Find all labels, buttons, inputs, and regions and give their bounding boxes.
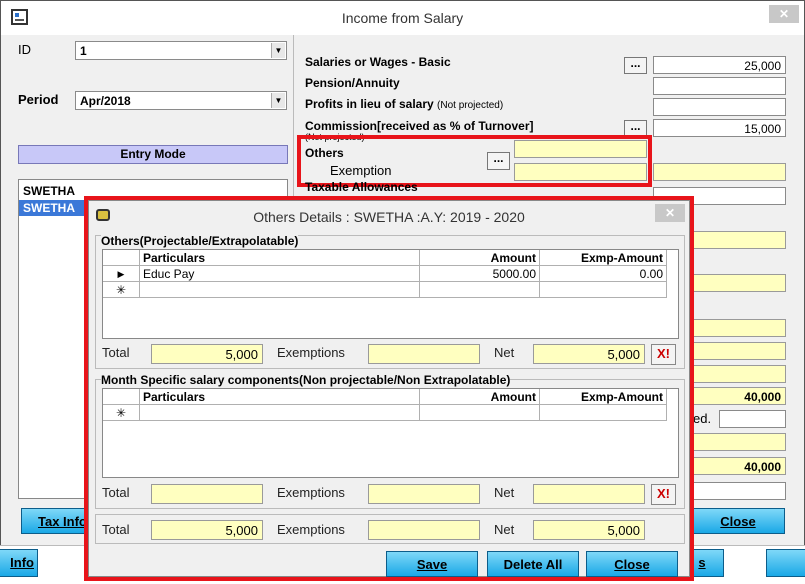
period-select[interactable]: Apr/2018 ▼ [75, 91, 287, 110]
s1-exemptions-value[interactable] [368, 344, 480, 364]
profits-label: Profits in lieu of salary (Not projected… [305, 97, 503, 111]
salaries-more-button[interactable]: ... [624, 57, 647, 74]
col-exmp-amount: Exmp-Amount [540, 250, 667, 266]
right-field-f[interactable] [691, 365, 786, 383]
list-item-selected[interactable]: SWETHA [19, 200, 85, 216]
tax-info-label: Tax Info [38, 514, 87, 529]
cell-particulars[interactable]: Educ Pay [140, 266, 420, 282]
grand-exemptions-value[interactable] [368, 520, 480, 540]
section1-title: Others(Projectable/Extrapolatable) [101, 234, 299, 248]
id-select[interactable]: 1 ▼ [75, 41, 287, 60]
dialog-close-button[interactable]: ✕ [655, 204, 685, 222]
info-button[interactable]: Info [0, 549, 38, 577]
main-close-label: Close [720, 514, 756, 529]
s2-net-value[interactable] [533, 484, 645, 504]
partial-button-label: s [698, 555, 706, 570]
delete-all-button[interactable]: Delete All [487, 551, 579, 577]
save-label: Save [416, 557, 448, 572]
s1-total-value[interactable]: 5,000 [151, 344, 263, 364]
commission-value[interactable]: 15,000 [653, 119, 786, 137]
section2-title: Month Specific salary components(Non pro… [101, 373, 511, 387]
window-close-button[interactable]: ✕ [769, 5, 799, 23]
s2-clear-button[interactable]: X! [651, 484, 676, 505]
s2-total-value[interactable] [151, 484, 263, 504]
new-row-amount[interactable] [420, 282, 540, 298]
row-header-cell [103, 250, 140, 266]
s2-exemptions-label: Exemptions [277, 485, 345, 500]
right-total-2[interactable]: 40,000 [691, 457, 786, 475]
col-amount: Amount [420, 389, 540, 405]
chevron-down-icon[interactable]: ▼ [271, 43, 285, 58]
profits-note: (Not projected) [437, 100, 504, 111]
right-field-h[interactable] [691, 433, 786, 451]
profits-label-text: Profits in lieu of salary [305, 97, 434, 111]
s1-net-value[interactable]: 5,000 [533, 344, 645, 364]
s1-net-label: Net [494, 345, 515, 360]
dialog-titlebar: Others Details : SWETHA :A.Y: 2019 - 202… [89, 201, 689, 231]
right-field-d[interactable] [691, 319, 786, 337]
new-row-particulars[interactable] [140, 282, 420, 298]
main-close-button[interactable]: Close [691, 508, 785, 534]
grand-net-label: Net [494, 522, 515, 537]
right-field-g[interactable] [719, 410, 786, 428]
s2-exemptions-value[interactable] [368, 484, 480, 504]
right-partial-label: ed. [693, 411, 712, 426]
grand-net-value[interactable]: 5,000 [533, 520, 645, 540]
delete-all-label: Delete All [503, 557, 563, 572]
new-row-particulars[interactable] [140, 405, 420, 421]
right-field-a[interactable] [653, 163, 786, 181]
dialog-close-btn[interactable]: Close [586, 551, 678, 577]
entry-mode-bar: Entry Mode [18, 145, 288, 164]
grid1[interactable]: Particulars Amount Exmp-Amount ▶ Educ Pa… [102, 249, 679, 339]
taxable-allowances-label: Taxable Allowances [305, 180, 418, 194]
period-label: Period [18, 92, 59, 107]
s1-total-label: Total [102, 345, 130, 360]
commission-label: Commission[received as % of Turnover] [305, 119, 534, 133]
grand-total-label: Total [102, 522, 130, 537]
new-row-icon: ✳ [103, 282, 140, 298]
col-exmp-amount: Exmp-Amount [540, 389, 667, 405]
dialog-close-label: Close [614, 557, 650, 572]
s1-clear-button[interactable]: X! [651, 344, 676, 365]
row-pointer-icon: ▶ [103, 266, 140, 282]
id-value: 1 [80, 44, 87, 58]
save-button[interactable]: Save [386, 551, 478, 577]
col-particulars: Particulars [140, 250, 420, 266]
salaries-label: Salaries or Wages - Basic [305, 55, 451, 69]
cell-exmp-amount[interactable]: 0.00 [540, 266, 667, 282]
right-total-1[interactable]: 40,000 [691, 387, 786, 405]
col-particulars: Particulars [140, 389, 420, 405]
col-amount: Amount [420, 250, 540, 266]
window-titlebar: Income from Salary ✕ [1, 1, 804, 35]
s2-total-label: Total [102, 485, 130, 500]
new-row-exmp[interactable] [540, 282, 667, 298]
pension-value[interactable] [653, 77, 786, 95]
new-row-icon: ✳ [103, 405, 140, 421]
right-field-i[interactable] [691, 482, 786, 500]
cell-amount[interactable]: 5000.00 [420, 266, 540, 282]
info-label: Info [10, 555, 34, 570]
dialog-title: Others Details : SWETHA :A.Y: 2019 - 202… [253, 209, 525, 225]
s2-net-label: Net [494, 485, 515, 500]
grand-total-value[interactable]: 5,000 [151, 520, 263, 540]
profits-value[interactable] [653, 98, 786, 116]
pension-label: Pension/Annuity [305, 76, 400, 90]
grand-exemptions-label: Exemptions [277, 522, 345, 537]
period-value: Apr/2018 [80, 94, 131, 108]
grid2[interactable]: Particulars Amount Exmp-Amount ✳ [102, 388, 679, 478]
new-row-exmp[interactable] [540, 405, 667, 421]
s1-exemptions-label: Exemptions [277, 345, 345, 360]
others-details-dialog: Others Details : SWETHA :A.Y: 2019 - 202… [88, 200, 690, 577]
new-row-amount[interactable] [420, 405, 540, 421]
id-label: ID [18, 42, 31, 57]
right-field-e[interactable] [691, 342, 786, 360]
right-field-b[interactable] [691, 231, 786, 249]
salaries-value[interactable]: 25,000 [653, 56, 786, 74]
window-title: Income from Salary [341, 10, 464, 26]
partial-right-button[interactable] [766, 549, 805, 577]
right-field-c[interactable] [691, 274, 786, 292]
chevron-down-icon[interactable]: ▼ [271, 93, 285, 108]
row-header-cell [103, 389, 140, 405]
